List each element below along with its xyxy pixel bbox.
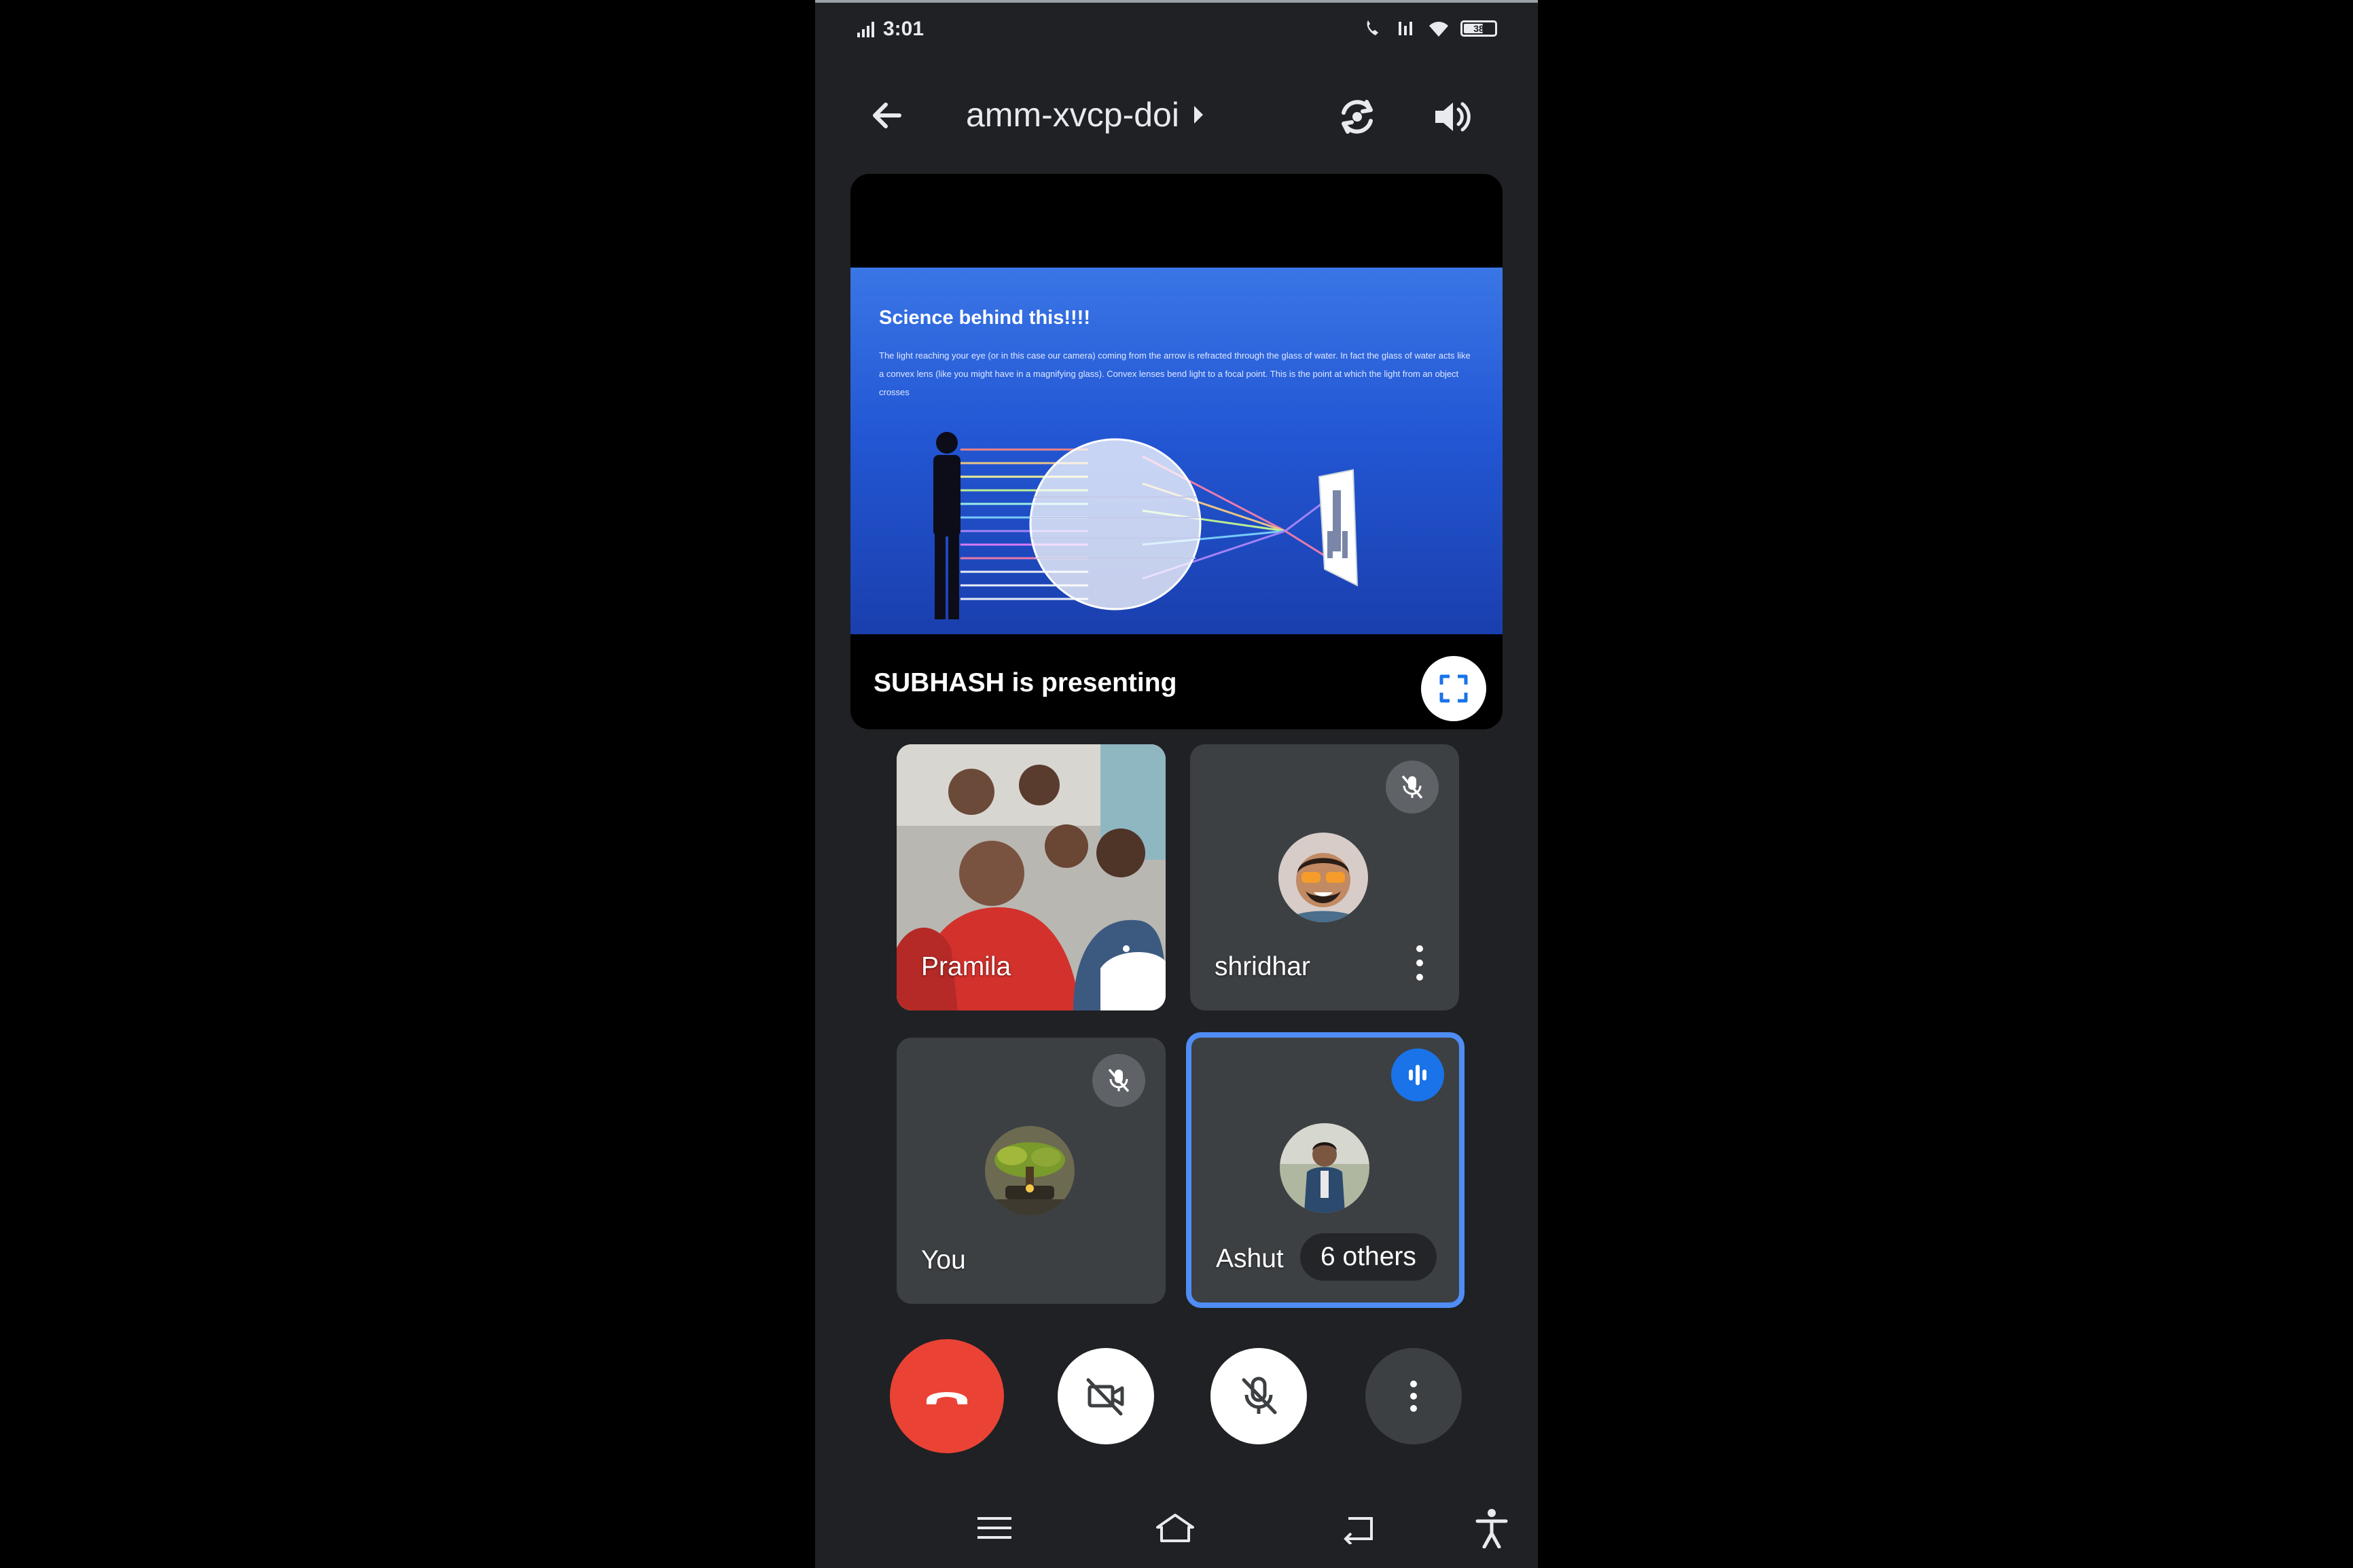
nav-menu-button[interactable]	[967, 1501, 1022, 1555]
dot-icon	[1123, 974, 1130, 981]
dot-icon	[1416, 974, 1423, 981]
mic-off-badge	[1386, 761, 1439, 814]
lens-diagram	[933, 432, 1359, 619]
tile-more-button[interactable]	[1412, 943, 1428, 983]
accessibility-icon	[1475, 1509, 1508, 1548]
participant-name: shridhar	[1215, 952, 1310, 981]
battery-icon: 38	[1460, 20, 1497, 37]
status-right: 38	[1363, 18, 1497, 39]
image-screen	[1318, 469, 1359, 587]
arrow-left-icon	[873, 103, 901, 128]
nav-home-button[interactable]	[1148, 1501, 1202, 1555]
others-count-pill[interactable]: 6 others	[1300, 1233, 1437, 1281]
audio-levels-icon	[1409, 1065, 1426, 1085]
mic-off-badge	[1092, 1054, 1145, 1107]
mic-off-icon	[1401, 775, 1423, 799]
participant-tile-pramila[interactable]: Pramila	[897, 744, 1166, 1010]
tile-more-button[interactable]	[1118, 943, 1134, 983]
flip-camera-button[interactable]	[1330, 90, 1384, 144]
dot-icon	[1416, 945, 1423, 952]
dot-icon	[1123, 960, 1130, 966]
phone-screen: 3:01 38 amm-xvcp-doi Science behind this…	[815, 0, 1538, 1568]
camera-toggle-button[interactable]	[1058, 1348, 1154, 1444]
avatar	[1278, 833, 1368, 922]
lens-circle	[1029, 438, 1202, 610]
wifi-icon	[1428, 18, 1450, 39]
back-button[interactable]	[863, 91, 912, 140]
presenter-label: SUBHASH is presenting	[874, 668, 1177, 697]
dot-icon	[1123, 945, 1130, 952]
slide-body: The light reaching your eye (or in this …	[879, 350, 1471, 397]
participant-name: You	[921, 1245, 966, 1275]
nav-back-button[interactable]	[1331, 1501, 1386, 1555]
fullscreen-button[interactable]	[1421, 656, 1486, 721]
system-nav-bar	[815, 1501, 1538, 1555]
fullscreen-icon	[1439, 674, 1468, 703]
person-silhouette	[933, 432, 960, 619]
home-icon	[1156, 1514, 1194, 1542]
mic-off-icon	[1242, 1376, 1277, 1415]
meeting-info-button[interactable]: amm-xvcp-doi	[966, 95, 1203, 134]
speaker-button[interactable]	[1425, 90, 1479, 144]
more-vertical-icon	[1410, 1381, 1417, 1412]
speaking-badge	[1391, 1049, 1444, 1101]
phone-hangup-icon	[927, 1392, 967, 1404]
presentation-slide: Science behind this!!!! The light reachi…	[850, 268, 1503, 634]
signal-icon	[856, 18, 878, 40]
wifi-call-icon	[1363, 18, 1384, 39]
volume-icon	[1435, 102, 1471, 132]
videocam-off-icon	[1086, 1378, 1124, 1416]
call-controls	[815, 1339, 1538, 1455]
caret-right-icon	[1193, 106, 1203, 124]
top-app-bar: amm-xvcp-doi	[815, 75, 1538, 156]
slide-title: Science behind this!!!!	[879, 307, 1090, 329]
presentation-panel[interactable]: Science behind this!!!! The light reachi…	[850, 174, 1503, 729]
menu-icon	[977, 1517, 1011, 1539]
mic-off-icon	[1108, 1068, 1130, 1093]
top-edge	[815, 0, 1538, 3]
status-left: 3:01	[856, 18, 924, 41]
avatar	[1280, 1123, 1369, 1213]
meeting-code: amm-xvcp-doi	[966, 96, 1179, 134]
back-icon	[1344, 1517, 1373, 1544]
participant-tile-ashut[interactable]: Ashut 6 others	[1186, 1032, 1465, 1308]
mic-toggle-button[interactable]	[1210, 1348, 1307, 1444]
dot-icon	[1416, 960, 1423, 966]
participant-name: Pramila	[921, 952, 1011, 981]
participant-name: Ashut	[1216, 1244, 1284, 1273]
presenter-bar: SUBHASH is presenting	[850, 634, 1503, 729]
battery-level: 38	[1473, 23, 1484, 34]
participant-tile-shridhar[interactable]: shridhar	[1190, 744, 1459, 1010]
end-call-button[interactable]	[890, 1339, 1004, 1453]
data-icon	[1395, 18, 1417, 39]
status-bar: 3:01 38	[815, 8, 1538, 52]
accessibility-button[interactable]	[1465, 1501, 1519, 1555]
camera-flip-icon	[1342, 100, 1373, 134]
participant-tile-you[interactable]: You	[897, 1038, 1166, 1304]
avatar	[985, 1126, 1075, 1216]
more-options-button[interactable]	[1365, 1348, 1462, 1444]
status-time: 3:01	[883, 18, 924, 40]
